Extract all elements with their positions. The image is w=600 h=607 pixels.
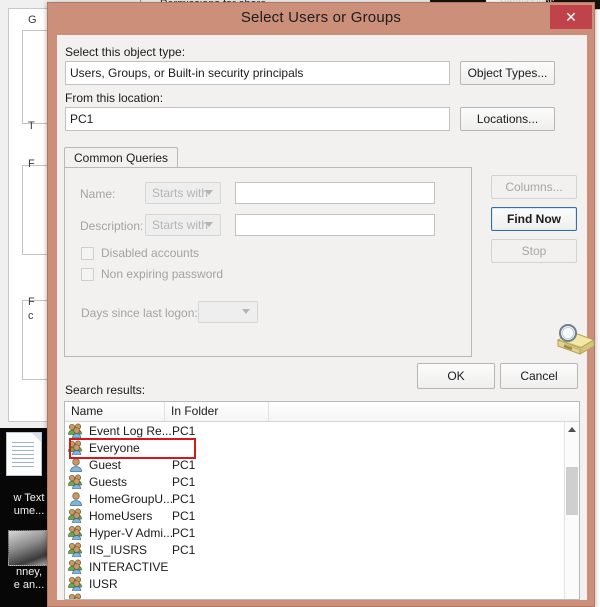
non-expiring-password-label: Non expiring password bbox=[101, 267, 224, 281]
name-label: Name: bbox=[80, 187, 116, 201]
name-value-input[interactable] bbox=[235, 182, 435, 204]
chevron-down-icon bbox=[205, 222, 213, 227]
chevron-down-icon bbox=[242, 309, 250, 314]
common-queries-panel: Name: Starts with Description: Starts wi… bbox=[64, 167, 472, 357]
table-row[interactable]: IUSR bbox=[65, 575, 579, 592]
tab-common-queries[interactable]: Common Queries bbox=[64, 147, 179, 168]
chevron-down-icon bbox=[205, 190, 213, 195]
row-in-folder: PC1 bbox=[172, 508, 196, 523]
name-operator-select[interactable]: Starts with bbox=[145, 182, 221, 204]
table-row[interactable]: HomeUsers PC1 bbox=[65, 507, 579, 524]
group-icon bbox=[68, 525, 85, 541]
row-name: Guest bbox=[89, 457, 122, 472]
group-icon bbox=[68, 474, 85, 490]
close-icon: ✕ bbox=[565, 9, 577, 25]
locations-button[interactable]: Locations... bbox=[460, 107, 555, 131]
object-types-button[interactable]: Object Types... bbox=[460, 61, 555, 85]
group-icon bbox=[68, 508, 85, 524]
group-icon bbox=[68, 576, 85, 592]
ok-button[interactable]: OK bbox=[417, 363, 495, 389]
location-label: From this location: bbox=[65, 91, 164, 105]
search-magnifier-icon bbox=[550, 318, 598, 358]
row-name: Guests bbox=[89, 474, 128, 489]
row-in-folder: PC1 bbox=[172, 423, 196, 438]
background-letter-4: c bbox=[28, 310, 34, 322]
description-operator-value: Starts with bbox=[152, 218, 209, 232]
column-header-in-folder[interactable]: In Folder bbox=[165, 402, 269, 421]
table-row[interactable]: Everyone bbox=[65, 439, 579, 456]
group-icon bbox=[68, 559, 85, 575]
dialog-client-area: Select this object type: Users, Groups, … bbox=[57, 35, 596, 600]
object-type-input[interactable]: Users, Groups, or Built-in security prin… bbox=[65, 61, 450, 85]
disabled-accounts-label: Disabled accounts bbox=[101, 246, 200, 260]
table-row[interactable]: HomeGroupU... PC1 bbox=[65, 490, 579, 507]
find-now-button[interactable]: Find Now bbox=[491, 207, 577, 231]
row-name: INTERACTIVE bbox=[89, 559, 169, 574]
table-row-partial[interactable] bbox=[65, 592, 579, 599]
days-since-last-logon-label: Days since last logon: bbox=[81, 306, 198, 320]
location-input[interactable]: PC1 bbox=[65, 107, 450, 131]
description-label: Description: bbox=[80, 219, 144, 233]
table-row[interactable]: Hyper-V Admi... PC1 bbox=[65, 524, 579, 541]
table-row[interactable]: INTERACTIVE bbox=[65, 558, 579, 575]
row-in-folder: PC1 bbox=[172, 491, 196, 506]
stop-button[interactable]: Stop bbox=[491, 239, 577, 263]
scrollbar-thumb[interactable] bbox=[566, 467, 578, 515]
background-letter-0: G bbox=[28, 14, 37, 26]
row-in-folder: PC1 bbox=[172, 525, 196, 540]
description-operator-select[interactable]: Starts with bbox=[145, 214, 221, 236]
results-header-row: Name In Folder bbox=[65, 402, 579, 422]
row-name: IUSR bbox=[89, 576, 118, 591]
group-icon bbox=[68, 593, 85, 599]
group-icon bbox=[68, 542, 85, 558]
days-since-last-logon-select[interactable] bbox=[198, 301, 258, 323]
close-button[interactable]: ✕ bbox=[550, 5, 592, 29]
results-scrollbar[interactable] bbox=[564, 422, 579, 599]
cancel-button[interactable]: Cancel bbox=[500, 363, 578, 389]
disabled-accounts-row[interactable]: Disabled accounts bbox=[81, 246, 199, 260]
non-expiring-password-checkbox[interactable] bbox=[81, 267, 94, 281]
group-icon bbox=[68, 423, 85, 439]
row-in-folder: PC1 bbox=[172, 474, 196, 489]
background-letter-3: F bbox=[28, 296, 35, 308]
row-name: Hyper-V Admi... bbox=[89, 525, 174, 540]
background-letter-2: F bbox=[28, 158, 35, 170]
group-icon bbox=[68, 440, 85, 456]
user-icon bbox=[68, 491, 85, 506]
row-name: Everyone bbox=[89, 440, 140, 455]
dialog-titlebar[interactable]: Select Users or Groups ✕ bbox=[48, 3, 594, 35]
disabled-accounts-checkbox[interactable] bbox=[81, 246, 94, 260]
row-in-folder: PC1 bbox=[172, 542, 196, 557]
table-row[interactable]: Event Log Re... PC1 bbox=[65, 422, 579, 439]
row-in-folder: PC1 bbox=[172, 457, 196, 472]
results-rows: Event Log Re... PC1 Everyone Guest PC1 Guests… bbox=[65, 422, 579, 599]
table-row[interactable]: Guest PC1 bbox=[65, 456, 579, 473]
scroll-up-arrow-icon[interactable] bbox=[565, 422, 579, 437]
non-expiring-password-row[interactable]: Non expiring password bbox=[81, 267, 223, 281]
columns-button[interactable]: Columns... bbox=[491, 175, 577, 199]
column-header-name[interactable]: Name bbox=[65, 402, 165, 421]
new-text-document-icon[interactable] bbox=[6, 432, 42, 476]
name-operator-value: Starts with bbox=[152, 186, 209, 200]
table-row[interactable]: IIS_IUSRS PC1 bbox=[65, 541, 579, 558]
dialog-title: Select Users or Groups bbox=[240, 9, 402, 26]
table-row[interactable]: Guests PC1 bbox=[65, 473, 579, 490]
user-icon bbox=[68, 457, 85, 472]
background-letter-1: T bbox=[28, 120, 35, 132]
row-name: HomeUsers bbox=[89, 508, 153, 523]
description-value-input[interactable] bbox=[235, 214, 435, 236]
row-name: HomeGroupU... bbox=[89, 491, 174, 506]
document-lines bbox=[12, 442, 34, 470]
select-users-or-groups-dialog: Select Users or Groups ✕ Select this obj… bbox=[47, 2, 596, 607]
search-results-list[interactable]: Name In Folder Event Log Re... PC1 Everyon… bbox=[64, 401, 580, 600]
column-header-blank[interactable] bbox=[269, 402, 566, 421]
row-name: IIS_IUSRS bbox=[89, 542, 148, 557]
row-name: Event Log Re... bbox=[89, 423, 172, 438]
tab-strip: Common Queries bbox=[64, 147, 472, 168]
object-type-label: Select this object type: bbox=[65, 45, 186, 59]
search-results-label: Search results: bbox=[65, 383, 146, 397]
